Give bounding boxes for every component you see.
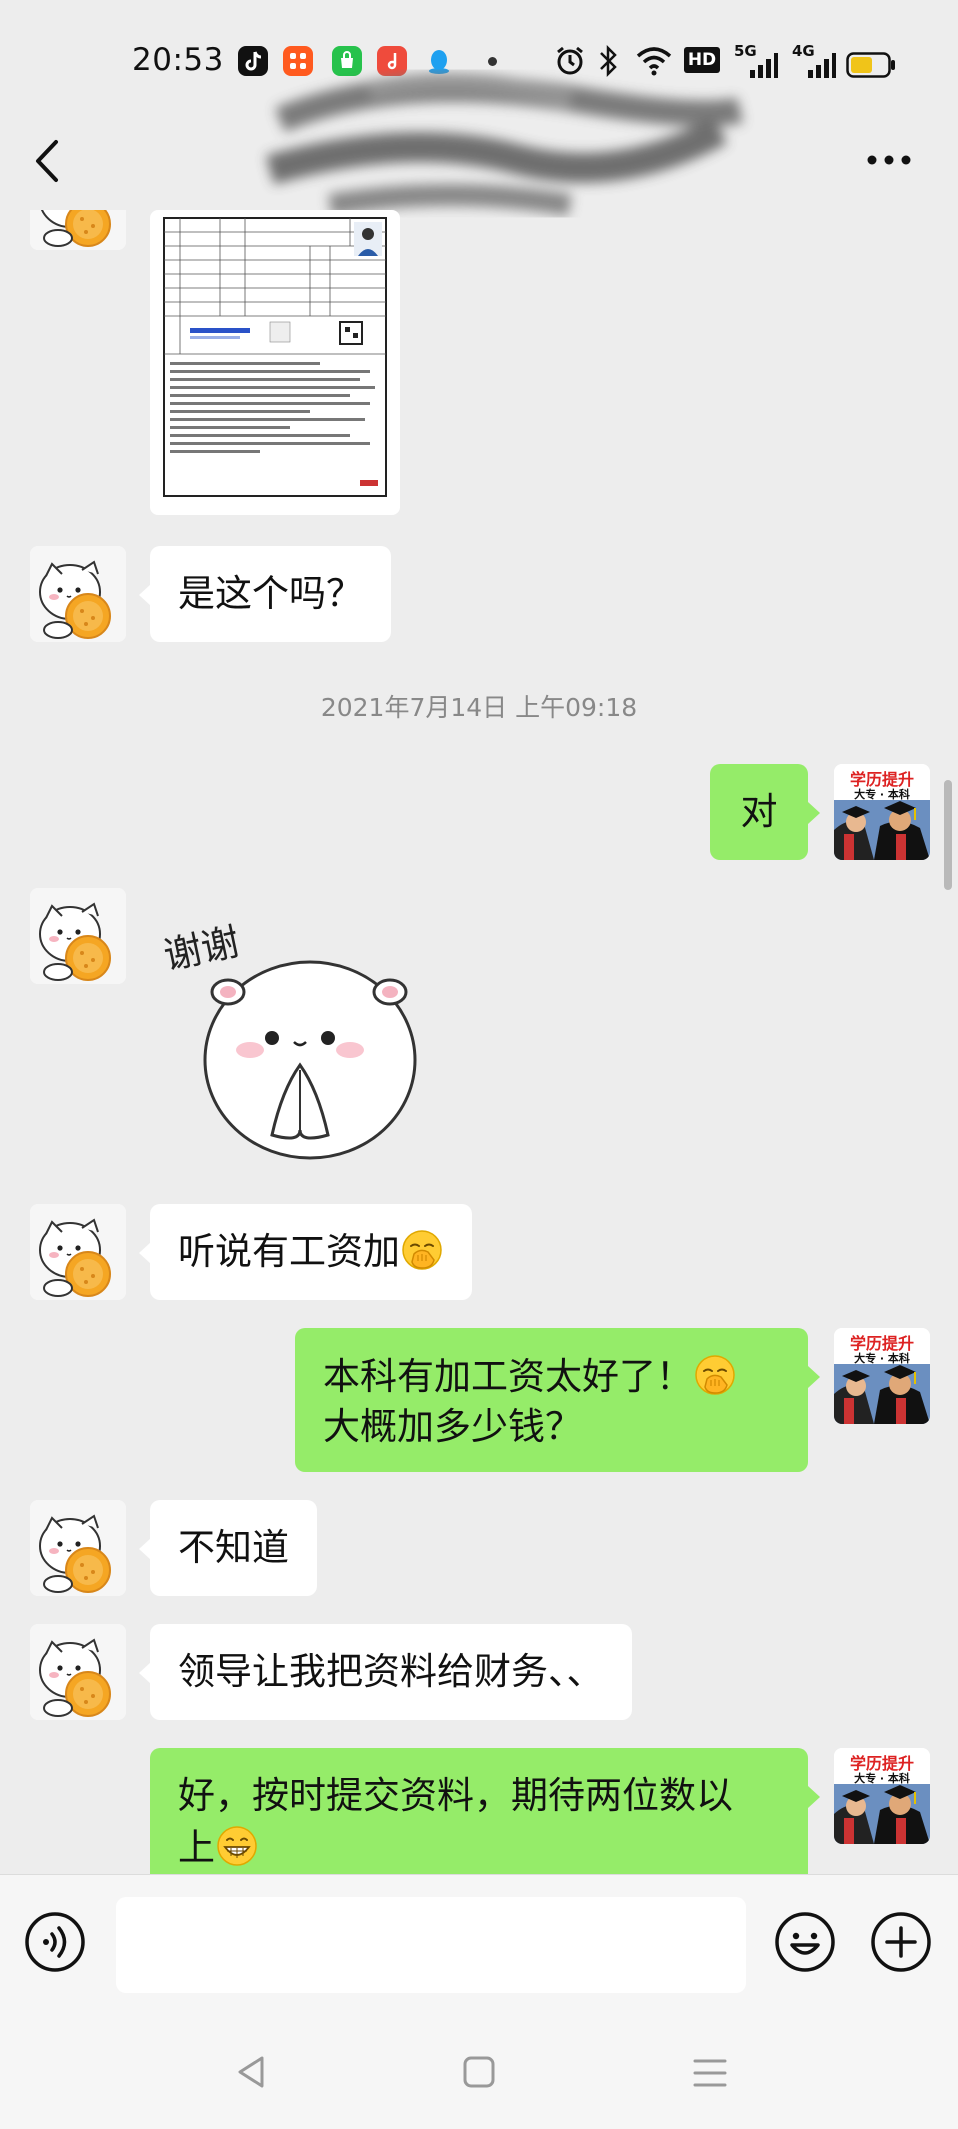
message-input[interactable] (116, 1897, 746, 1993)
avatar[interactable]: 学历提升 大专 · 本科 (834, 1328, 930, 1424)
message-bubble[interactable]: 本科有加工资太好了！ 大概加多少钱？ (295, 1328, 808, 1472)
voice-input-icon[interactable] (24, 1911, 86, 1973)
avatar[interactable] (30, 1624, 126, 1720)
avatar[interactable] (30, 1500, 126, 1596)
avatar[interactable]: 学历提升 大专 · 本科 (834, 1748, 930, 1844)
thank-you-sticker[interactable]: 谢谢 (150, 900, 430, 1170)
signal-4g-icon: 4G (792, 42, 838, 78)
bubble-tail (808, 802, 820, 824)
system-back-icon[interactable] (234, 2054, 268, 2090)
avatar[interactable] (30, 546, 126, 642)
status-time: 20:53 (132, 42, 224, 78)
message-bubble[interactable]: 领导让我把资料给财务、、 (150, 1624, 632, 1720)
message-bubble[interactable]: 好，按时提交资料，期待两位数以 上 (150, 1748, 808, 1874)
emoji-picker-icon[interactable] (774, 1911, 836, 1973)
avatar[interactable]: 学历提升 大专 · 本科 (834, 764, 930, 860)
message-bubble[interactable]: 对 (710, 764, 808, 860)
avatar[interactable] (30, 1204, 126, 1300)
avatar[interactable] (30, 210, 126, 250)
avatar[interactable] (30, 888, 126, 984)
face-with-hand-over-mouth-emoji-icon (400, 1228, 444, 1272)
bubble-tail (808, 1786, 820, 1808)
face-with-hand-over-mouth-emoji-icon (693, 1353, 737, 1397)
system-navigation-bar (0, 2018, 958, 2129)
sticker-caption: 谢谢 (160, 919, 244, 978)
back-chevron-icon[interactable] (30, 138, 64, 184)
message-bubble[interactable]: 听说有工资加 (150, 1204, 472, 1300)
message-bubble[interactable]: 不知道 (150, 1500, 317, 1596)
chat-messages[interactable]: 是这个吗？ 2021年7月14日 上午09:18 对 学历提升 大专 · 本科 … (0, 210, 958, 1874)
grinning-face-emoji-icon (215, 1824, 259, 1868)
message-bubble[interactable]: 是这个吗？ (150, 546, 391, 642)
plus-menu-icon[interactable] (870, 1911, 932, 1973)
bubble-tail (808, 1366, 820, 1388)
message-timestamp: 2021年7月14日 上午09:18 (320, 693, 638, 722)
chat-scrollbar[interactable] (944, 780, 952, 890)
more-dots-icon[interactable] (866, 150, 912, 170)
battery-level (851, 57, 872, 73)
system-menu-icon[interactable] (692, 2056, 728, 2090)
battery-icon (846, 52, 895, 78)
chat-header (0, 120, 958, 220)
system-home-icon[interactable] (462, 2054, 496, 2090)
input-bar (0, 1874, 958, 2019)
document-image[interactable] (150, 210, 400, 515)
